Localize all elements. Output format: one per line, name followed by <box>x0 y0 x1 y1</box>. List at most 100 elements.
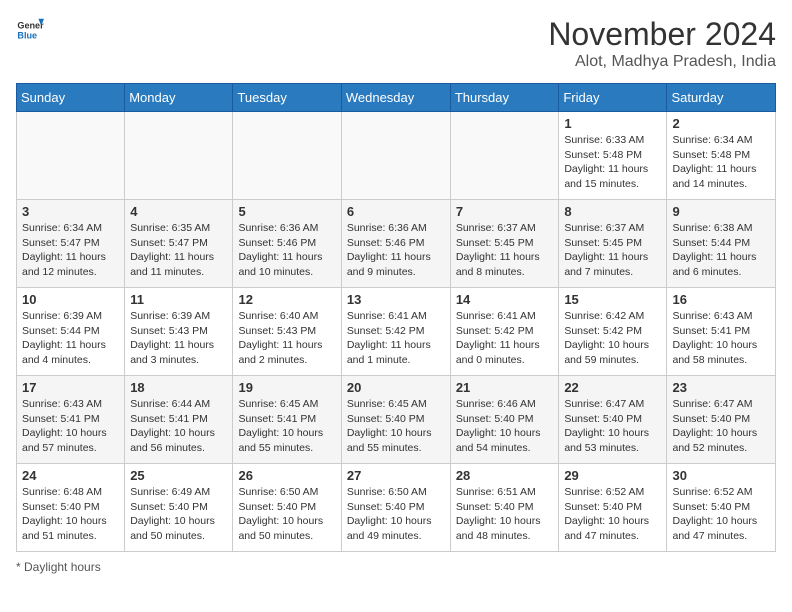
day-info: Sunrise: 6:37 AM Sunset: 5:45 PM Dayligh… <box>564 221 661 280</box>
calendar-cell: 7Sunrise: 6:37 AM Sunset: 5:45 PM Daylig… <box>450 200 559 288</box>
header: General Blue November 2024 Alot, Madhya … <box>16 16 776 71</box>
day-info: Sunrise: 6:34 AM Sunset: 5:48 PM Dayligh… <box>672 133 770 192</box>
day-number: 16 <box>672 292 770 307</box>
day-info: Sunrise: 6:36 AM Sunset: 5:46 PM Dayligh… <box>347 221 445 280</box>
day-number: 25 <box>130 468 227 483</box>
day-info: Sunrise: 6:48 AM Sunset: 5:40 PM Dayligh… <box>22 485 119 544</box>
calendar-cell: 16 Sunrise: 6:43 AM Sunset: 5:41 PM Dayli… <box>667 288 776 376</box>
day-number: 5 <box>238 204 335 219</box>
day-of-week-header: Thursday <box>450 84 559 112</box>
calendar-cell <box>125 112 233 200</box>
day-info: Sunrise: 6:45 AM Sunset: 5:41 PM Dayligh… <box>238 397 335 456</box>
day-info: Sunrise: 6:43 AM Sunset: 5:41 PM Dayligh… <box>22 397 119 456</box>
day-info: Sunrise: 6:52 AM Sunset: 5:40 PM Dayligh… <box>672 485 770 544</box>
day-number: 28 <box>456 468 554 483</box>
calendar-cell: 10 Sunrise: 6:39 AM Sunset: 5:44 PM Dayli… <box>17 288 125 376</box>
day-of-week-header: Monday <box>125 84 233 112</box>
month-title: November 2024 <box>548 16 776 53</box>
day-of-week-header: Sunday <box>17 84 125 112</box>
day-number: 17 <box>22 380 119 395</box>
day-info: Sunrise: 6:50 AM Sunset: 5:40 PM Dayligh… <box>238 485 335 544</box>
calendar-cell: 23 Sunrise: 6:47 AM Sunset: 5:40 PM Dayli… <box>667 376 776 464</box>
calendar-cell: 30 Sunrise: 6:52 AM Sunset: 5:40 PM Dayli… <box>667 464 776 552</box>
title-area: November 2024 Alot, Madhya Pradesh, Indi… <box>548 16 776 71</box>
day-info: Sunrise: 6:41 AM Sunset: 5:42 PM Dayligh… <box>347 309 445 368</box>
day-number: 21 <box>456 380 554 395</box>
calendar-cell <box>17 112 125 200</box>
day-number: 8 <box>564 204 661 219</box>
calendar-week-row: 1 Sunrise: 6:33 AM Sunset: 5:48 PM Daylig… <box>17 112 776 200</box>
day-info: Sunrise: 6:51 AM Sunset: 5:40 PM Dayligh… <box>456 485 554 544</box>
day-number: 9 <box>672 204 770 219</box>
day-info: Sunrise: 6:34 AM Sunset: 5:47 PM Dayligh… <box>22 221 119 280</box>
calendar-cell: 25 Sunrise: 6:49 AM Sunset: 5:40 PM Dayli… <box>125 464 233 552</box>
calendar-cell: 19 Sunrise: 6:45 AM Sunset: 5:41 PM Dayli… <box>233 376 341 464</box>
calendar-cell: 28 Sunrise: 6:51 AM Sunset: 5:40 PM Dayli… <box>450 464 559 552</box>
calendar-cell: 15Sunrise: 6:42 AM Sunset: 5:42 PM Dayli… <box>559 288 667 376</box>
day-info: Sunrise: 6:37 AM Sunset: 5:45 PM Dayligh… <box>456 221 554 280</box>
calendar-cell: 12 Sunrise: 6:40 AM Sunset: 5:43 PM Dayli… <box>233 288 341 376</box>
day-of-week-header: Friday <box>559 84 667 112</box>
calendar-cell <box>450 112 559 200</box>
calendar-body: 1 Sunrise: 6:33 AM Sunset: 5:48 PM Daylig… <box>17 112 776 552</box>
calendar-cell: 22 Sunrise: 6:47 AM Sunset: 5:40 PM Dayli… <box>559 376 667 464</box>
calendar-week-row: 3 Sunrise: 6:34 AM Sunset: 5:47 PM Daylig… <box>17 200 776 288</box>
day-info: Sunrise: 6:47 AM Sunset: 5:40 PM Dayligh… <box>564 397 661 456</box>
day-number: 12 <box>238 292 335 307</box>
day-info: Sunrise: 6:49 AM Sunset: 5:40 PM Dayligh… <box>130 485 227 544</box>
calendar-cell: 29Sunrise: 6:52 AM Sunset: 5:40 PM Dayli… <box>559 464 667 552</box>
day-number: 18 <box>130 380 227 395</box>
day-info: Sunrise: 6:50 AM Sunset: 5:40 PM Dayligh… <box>347 485 445 544</box>
day-info: Sunrise: 6:46 AM Sunset: 5:40 PM Dayligh… <box>456 397 554 456</box>
calendar-cell: 1 Sunrise: 6:33 AM Sunset: 5:48 PM Daylig… <box>559 112 667 200</box>
day-info: Sunrise: 6:33 AM Sunset: 5:48 PM Dayligh… <box>564 133 661 192</box>
day-info: Sunrise: 6:43 AM Sunset: 5:41 PM Dayligh… <box>672 309 770 368</box>
day-of-week-header: Wednesday <box>341 84 450 112</box>
calendar-week-row: 24 Sunrise: 6:48 AM Sunset: 5:40 PM Dayli… <box>17 464 776 552</box>
day-number: 3 <box>22 204 119 219</box>
day-number: 19 <box>238 380 335 395</box>
day-number: 11 <box>130 292 227 307</box>
footer-note-text: Daylight hours <box>24 560 101 574</box>
day-number: 23 <box>672 380 770 395</box>
calendar-cell: 2Sunrise: 6:34 AM Sunset: 5:48 PM Daylig… <box>667 112 776 200</box>
day-info: Sunrise: 6:39 AM Sunset: 5:43 PM Dayligh… <box>130 309 227 368</box>
calendar-cell <box>233 112 341 200</box>
calendar-header-row: SundayMondayTuesdayWednesdayThursdayFrid… <box>17 84 776 112</box>
calendar-cell: 26 Sunrise: 6:50 AM Sunset: 5:40 PM Dayli… <box>233 464 341 552</box>
day-number: 1 <box>564 116 661 131</box>
day-number: 10 <box>22 292 119 307</box>
calendar-cell: 14Sunrise: 6:41 AM Sunset: 5:42 PM Dayli… <box>450 288 559 376</box>
day-info: Sunrise: 6:40 AM Sunset: 5:43 PM Dayligh… <box>238 309 335 368</box>
logo-icon: General Blue <box>16 16 44 44</box>
day-number: 4 <box>130 204 227 219</box>
logo: General Blue <box>16 16 44 44</box>
day-info: Sunrise: 6:42 AM Sunset: 5:42 PM Dayligh… <box>564 309 661 368</box>
day-of-week-header: Saturday <box>667 84 776 112</box>
day-info: Sunrise: 6:47 AM Sunset: 5:40 PM Dayligh… <box>672 397 770 456</box>
day-number: 24 <box>22 468 119 483</box>
calendar-cell: 24 Sunrise: 6:48 AM Sunset: 5:40 PM Dayli… <box>17 464 125 552</box>
day-number: 29 <box>564 468 661 483</box>
day-info: Sunrise: 6:36 AM Sunset: 5:46 PM Dayligh… <box>238 221 335 280</box>
calendar-cell: 3 Sunrise: 6:34 AM Sunset: 5:47 PM Daylig… <box>17 200 125 288</box>
calendar-week-row: 17 Sunrise: 6:43 AM Sunset: 5:41 PM Dayli… <box>17 376 776 464</box>
day-info: Sunrise: 6:39 AM Sunset: 5:44 PM Dayligh… <box>22 309 119 368</box>
calendar-cell: 20Sunrise: 6:45 AM Sunset: 5:40 PM Dayli… <box>341 376 450 464</box>
calendar: SundayMondayTuesdayWednesdayThursdayFrid… <box>16 83 776 552</box>
day-info: Sunrise: 6:38 AM Sunset: 5:44 PM Dayligh… <box>672 221 770 280</box>
day-number: 27 <box>347 468 445 483</box>
calendar-cell: 21 Sunrise: 6:46 AM Sunset: 5:40 PM Dayli… <box>450 376 559 464</box>
subtitle: Alot, Madhya Pradesh, India <box>548 53 776 71</box>
day-number: 22 <box>564 380 661 395</box>
calendar-cell: 11 Sunrise: 6:39 AM Sunset: 5:43 PM Dayli… <box>125 288 233 376</box>
day-number: 6 <box>347 204 445 219</box>
calendar-cell: 18Sunrise: 6:44 AM Sunset: 5:41 PM Dayli… <box>125 376 233 464</box>
svg-text:Blue: Blue <box>17 30 37 40</box>
calendar-cell: 5 Sunrise: 6:36 AM Sunset: 5:46 PM Daylig… <box>233 200 341 288</box>
day-number: 26 <box>238 468 335 483</box>
calendar-cell: 13Sunrise: 6:41 AM Sunset: 5:42 PM Dayli… <box>341 288 450 376</box>
day-of-week-header: Tuesday <box>233 84 341 112</box>
day-info: Sunrise: 6:35 AM Sunset: 5:47 PM Dayligh… <box>130 221 227 280</box>
day-number: 30 <box>672 468 770 483</box>
